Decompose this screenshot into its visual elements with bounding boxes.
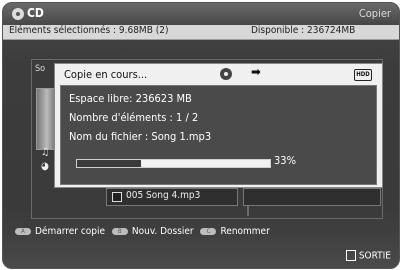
- list-item-label: 005 Song 4.mp3: [126, 190, 201, 201]
- arrow-right-icon: ➡: [251, 65, 261, 80]
- selection-info-bar: Eléments sélectionnés : 9.68MB (2) Dispo…: [3, 25, 399, 40]
- file-name-text: Nom du fichier : Song 1.mp3: [69, 130, 212, 143]
- copy-progress-dialog: Copie en cours... ➡ HDD Espace libre: 23…: [54, 63, 383, 188]
- top-bar: CD Copier: [3, 3, 399, 25]
- exit-button[interactable]: SORTIE: [345, 250, 391, 262]
- free-space-text: Espace libre: 236623 MB: [69, 92, 192, 105]
- copy-screen: CD Copier Eléments sélectionnés : 9.68MB…: [2, 2, 400, 269]
- progress-percent: 33%: [274, 154, 296, 167]
- element-count-text: Nombre d'éléments : 1 / 2: [69, 111, 199, 124]
- selected-size: Eléments sélectionnés : 9.68MB (2): [9, 25, 169, 36]
- dialog-title: Copie en cours...: [64, 68, 148, 81]
- legend-start-copy: Démarrer copie: [35, 226, 106, 237]
- hdd-icon: HDD: [354, 69, 372, 81]
- key-a-icon[interactable]: A: [15, 228, 31, 235]
- panel-title-fragment: So: [35, 64, 46, 74]
- exit-label: SORTIE: [358, 250, 391, 262]
- exit-icon: [345, 250, 356, 261]
- available-space: Disponible : 236724MB: [251, 25, 356, 36]
- dialog-body: Espace libre: 236623 MB Nombre d'élément…: [60, 85, 377, 185]
- legend-rename: Renommer: [220, 226, 270, 237]
- music-note-icon: ♫: [41, 147, 50, 158]
- checkbox[interactable]: [112, 192, 122, 202]
- list-item-empty: [243, 188, 381, 206]
- progress-bar: [76, 159, 271, 168]
- disc-icon: [220, 68, 232, 80]
- disc-title: CD: [27, 6, 44, 20]
- list-item[interactable]: 005 Song 4.mp3: [106, 188, 238, 206]
- key-b-icon[interactable]: B: [111, 228, 128, 235]
- pie-chart-icon: ◕: [41, 161, 49, 172]
- dialog-header: Copie en cours... ➡ HDD: [55, 64, 382, 84]
- progress-fill: [77, 160, 141, 167]
- key-c-icon[interactable]: C: [200, 228, 217, 235]
- legend-new-folder: Nouv. Dossier: [131, 226, 194, 237]
- action-title: Copier: [358, 7, 391, 20]
- button-legend: A Démarrer copie B Nouv. Dossier C Renommer: [11, 226, 270, 240]
- disc-icon: [12, 8, 24, 20]
